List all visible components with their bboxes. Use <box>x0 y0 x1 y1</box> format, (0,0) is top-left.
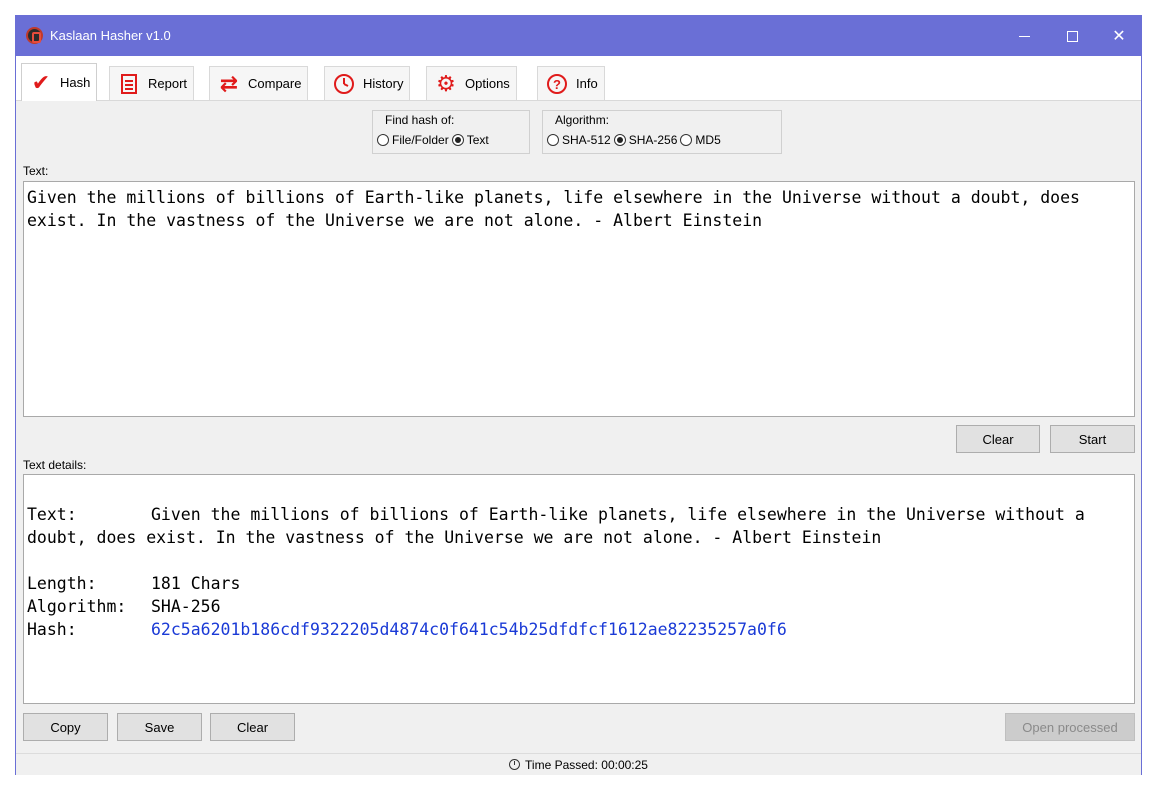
gear-icon: ⚙ <box>436 70 456 96</box>
radio-label: MD5 <box>695 133 721 147</box>
open-processed-button[interactable]: Open processed <box>1005 713 1135 741</box>
radio-circle <box>377 134 389 146</box>
tab-label: Compare <box>248 76 302 91</box>
clock-icon <box>331 72 357 96</box>
details-length-row: Length: 181 Chars <box>27 572 1131 595</box>
window-title: Kaslaan Hasher v1.0 <box>50 28 171 43</box>
details-algorithm-key: Algorithm: <box>27 597 127 616</box>
radio-label: File/Folder <box>392 133 449 147</box>
app-logo-icon <box>26 27 43 44</box>
minimize-icon <box>1018 35 1030 37</box>
text-input-label: Text: <box>23 164 49 178</box>
tab-label: Hash <box>60 75 91 90</box>
radio-circle <box>680 134 693 146</box>
title-bar[interactable]: Kaslaan Hasher v1.0 ✕ <box>16 16 1141 56</box>
tab-hash[interactable]: ✔ Hash <box>21 63 98 101</box>
details-text-key: Text: <box>27 505 77 524</box>
clear-input-button[interactable]: Clear <box>956 425 1040 453</box>
maximize-icon <box>1066 30 1078 42</box>
tab-label: History <box>363 76 404 91</box>
clock-icon <box>509 759 521 770</box>
find-hash-title: Find hash of: <box>385 113 455 127</box>
algorithm-title: Algorithm: <box>555 113 610 127</box>
details-area[interactable]: Text: Given the millions of billions of E… <box>23 474 1135 704</box>
details-algorithm-value: SHA-256 <box>151 597 221 616</box>
details-hash-value[interactable]: 62c5a6201b186cdf9322205d4874c0f641c54b25… <box>151 620 787 639</box>
start-button[interactable]: Start <box>1050 425 1135 453</box>
radio-circle-selected <box>613 134 626 146</box>
question-icon: ? <box>544 72 570 96</box>
radio-md5[interactable]: MD5 <box>680 133 721 147</box>
close-button[interactable]: ✕ <box>1096 16 1142 56</box>
details-hash-key: Hash: <box>27 620 77 639</box>
tab-strip: ✔ Hash Report ⇄ Compare History ⚙ Option… <box>16 56 1141 101</box>
radio-label: SHA-256 <box>628 133 678 147</box>
tab-label: Options <box>465 76 510 91</box>
radio-circle <box>547 134 559 146</box>
text-input-area[interactable]: Given the millions of billions of Earth-… <box>23 181 1135 417</box>
app-window: Kaslaan Hasher v1.0 ✕ ✔ Hash Report ⇄ Co… <box>15 15 1142 775</box>
details-text-value: Given the millions of billions of Earth-… <box>27 505 1095 547</box>
compare-arrows-icon: ⇄ <box>219 70 239 96</box>
radio-sha512[interactable]: SHA-512 <box>547 133 611 147</box>
tab-history[interactable]: History <box>324 66 411 100</box>
tab-info[interactable]: ? Info <box>537 66 605 100</box>
details-text-row: Text: Given the millions of billions of E… <box>27 503 1131 549</box>
details-algorithm-row: Algorithm: SHA-256 <box>27 595 1131 618</box>
svg-text:?: ? <box>553 77 561 92</box>
save-button[interactable]: Save <box>117 713 202 741</box>
details-length-value: 181 Chars <box>151 574 241 593</box>
checkmark-icon: ✔ <box>31 69 51 95</box>
close-icon: ✕ <box>1112 28 1126 45</box>
radio-label: SHA-512 <box>562 133 611 147</box>
status-bar: Time Passed: 00:00:25 <box>16 753 1141 775</box>
radio-circle-selected <box>451 134 464 146</box>
tab-label: Info <box>576 76 598 91</box>
time-passed: Time Passed: 00:00:25 <box>525 757 648 772</box>
radio-label: Text <box>466 133 489 147</box>
algorithm-group: Algorithm: SHA-512 SHA-256 MD5 <box>542 110 782 154</box>
copy-button[interactable]: Copy <box>23 713 108 741</box>
tab-options[interactable]: ⚙ Options <box>426 66 517 100</box>
details-hash-row: Hash: 62c5a6201b186cdf9322205d4874c0f641c… <box>27 618 1131 641</box>
report-icon <box>116 72 142 96</box>
details-label: Text details: <box>23 458 87 472</box>
radio-sha256[interactable]: SHA-256 <box>613 133 678 147</box>
details-length-key: Length: <box>27 574 97 593</box>
clear-details-button[interactable]: Clear <box>210 713 295 741</box>
radio-file-folder[interactable]: File/Folder <box>377 133 449 147</box>
tab-label: Report <box>148 76 188 91</box>
find-hash-group: Find hash of: File/Folder Text <box>372 110 530 154</box>
minimize-button[interactable] <box>1001 16 1047 56</box>
maximize-button[interactable] <box>1049 16 1095 56</box>
radio-text[interactable]: Text <box>451 133 489 147</box>
tab-report[interactable]: Report <box>109 66 195 100</box>
tab-compare[interactable]: ⇄ Compare <box>209 66 309 100</box>
